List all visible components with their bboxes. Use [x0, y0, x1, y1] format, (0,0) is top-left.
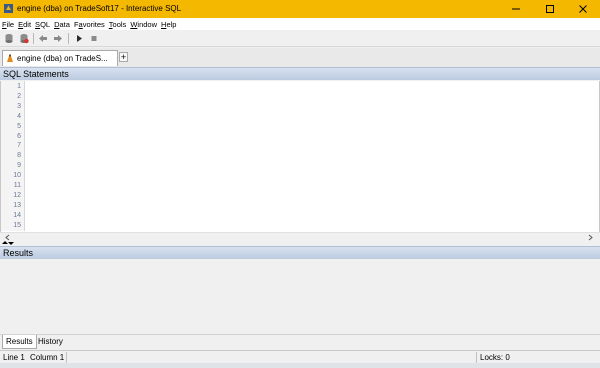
- execute-button[interactable]: [73, 33, 85, 44]
- disconnect-button[interactable]: [3, 33, 15, 44]
- menu-window[interactable]: Window: [130, 20, 157, 29]
- toolbar-separator: [33, 33, 34, 44]
- background-strip: [0, 363, 600, 368]
- stop-button[interactable]: [88, 33, 100, 44]
- status-line: Line 1: [3, 353, 25, 362]
- connect-button[interactable]: [18, 33, 30, 44]
- toolbar-separator: [68, 33, 69, 44]
- line-number: 13: [13, 202, 21, 209]
- title-bar: engine (dba) on TradeSoft17 - Interactiv…: [0, 0, 600, 18]
- add-tab-button[interactable]: +: [119, 52, 128, 62]
- line-number: 3: [17, 103, 21, 110]
- app-icon: [4, 4, 13, 13]
- results-title: Results: [3, 248, 34, 258]
- toolbar: [0, 30, 600, 47]
- sql-editor[interactable]: 1 2 3 4 5 6 7 8 9 10 11 12 13 14 15: [0, 81, 600, 233]
- tab-results[interactable]: Results: [2, 335, 37, 349]
- status-separator: [476, 352, 477, 363]
- line-number: 7: [17, 142, 21, 149]
- status-separator: [66, 352, 67, 363]
- menu-data[interactable]: Data: [54, 20, 70, 29]
- bottom-tab-strip: Results History: [0, 334, 600, 349]
- execute-icon: [77, 35, 82, 42]
- document-tab-strip: engine (dba) on TradeS... +: [0, 48, 600, 67]
- close-icon: [579, 5, 587, 13]
- sql-statements-title: SQL Statements: [3, 69, 69, 79]
- forward-icon: [54, 35, 62, 42]
- results-area: [0, 260, 600, 334]
- line-number: 15: [13, 222, 21, 229]
- status-column: Column 1: [30, 353, 65, 362]
- maximize-button[interactable]: [533, 0, 567, 18]
- connection-tab[interactable]: engine (dba) on TradeS...: [2, 50, 118, 66]
- close-button[interactable]: [566, 0, 600, 18]
- forward-button[interactable]: [52, 33, 64, 44]
- connect-icon: [20, 34, 29, 44]
- horizontal-scrollbar[interactable]: [0, 232, 600, 241]
- maximize-icon: [546, 5, 554, 13]
- line-number: 4: [17, 113, 21, 120]
- line-number-gutter: 1 2 3 4 5 6 7 8 9 10 11 12 13 14 15: [1, 81, 25, 231]
- line-number: 9: [17, 162, 21, 169]
- menu-help[interactable]: Help: [161, 20, 176, 29]
- status-locks: Locks: 0: [480, 353, 510, 362]
- disconnect-icon: [5, 34, 13, 43]
- menu-edit[interactable]: Edit: [18, 20, 31, 29]
- line-number: 12: [13, 192, 21, 199]
- line-number: 5: [17, 123, 21, 130]
- tab-history[interactable]: History: [35, 335, 66, 349]
- menu-favorites[interactable]: Favorites: [74, 20, 105, 29]
- window-title: engine (dba) on TradeSoft17 - Interactiv…: [17, 4, 182, 13]
- status-bar: Line 1 Column 1 Locks: 0: [0, 350, 600, 363]
- menu-tools[interactable]: Tools: [109, 20, 127, 29]
- minimize-button[interactable]: [499, 0, 533, 18]
- line-number: 8: [17, 152, 21, 159]
- line-number: 6: [17, 133, 21, 140]
- line-number: 2: [17, 93, 21, 100]
- connection-tab-label: engine (dba) on TradeS...: [17, 54, 108, 63]
- stop-icon: [91, 36, 97, 41]
- line-number: 10: [13, 172, 21, 179]
- connection-icon: [7, 54, 13, 62]
- back-icon: [39, 35, 47, 42]
- menu-sql[interactable]: SQL: [35, 20, 50, 29]
- line-number: 11: [13, 182, 21, 189]
- sql-statements-header: SQL Statements: [0, 67, 600, 80]
- line-number: 1: [17, 83, 21, 90]
- minimize-icon: [512, 8, 520, 10]
- back-button[interactable]: [37, 33, 49, 44]
- menu-bar: File Edit SQL Data Favorites Tools Windo…: [0, 18, 600, 30]
- line-number: 14: [13, 212, 21, 219]
- results-header: Results: [0, 246, 600, 259]
- menu-file[interactable]: File: [2, 20, 14, 29]
